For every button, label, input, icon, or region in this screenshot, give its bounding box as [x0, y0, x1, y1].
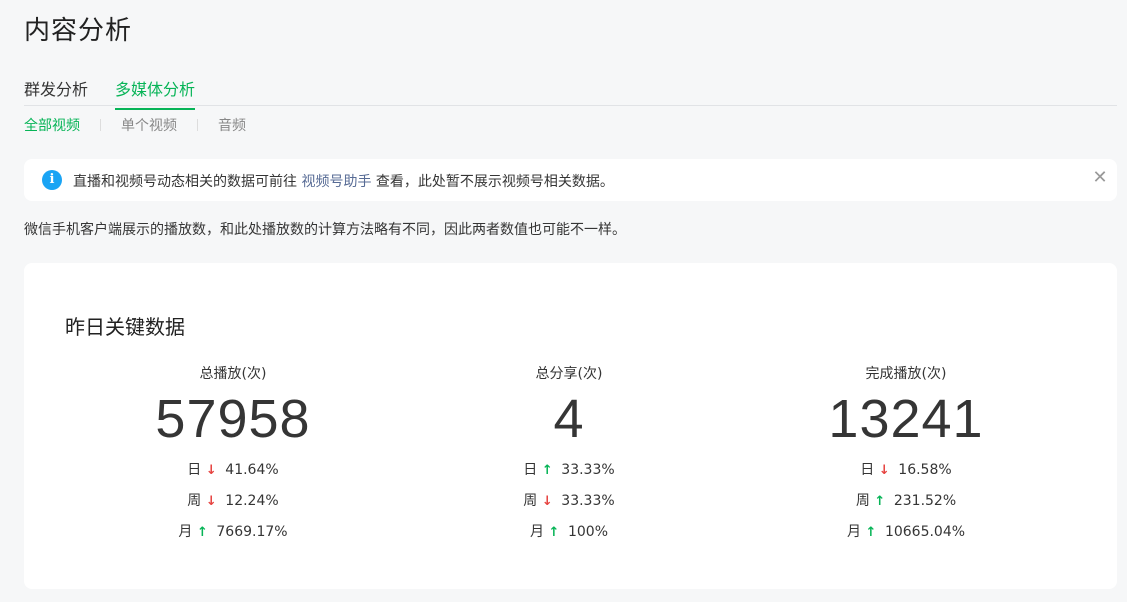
arrow-up-icon: ↑	[874, 494, 886, 509]
notice-text-before: 直播和视频号动态相关的数据可前往	[73, 174, 302, 190]
trend-label: 周	[523, 493, 538, 509]
trend-day: 日 ↑ 33.33%	[439, 455, 699, 486]
trend-week: 周 ↓ 33.33%	[439, 486, 699, 517]
notice-text: 直播和视频号动态相关的数据可前往 视频号助手 查看，此处暂不展示视频号相关数据。	[73, 171, 614, 191]
sub-tabs: 全部视频 单个视频 音频	[24, 115, 246, 135]
sub-tab-single-video[interactable]: 单个视频	[121, 115, 177, 135]
main-tabs: 群发分析 多媒体分析	[24, 76, 1117, 110]
description-text: 微信手机客户端展示的播放数，和此处播放数的计算方法略有不同，因此两者数值也可能不…	[24, 222, 626, 238]
arrow-down-icon: ↓	[205, 463, 217, 478]
tab-multimedia-analysis[interactable]: 多媒体分析	[115, 76, 196, 110]
trend-label: 月	[178, 524, 193, 540]
trend-value: 100%	[567, 524, 609, 540]
arrow-up-icon: ↑	[196, 525, 208, 540]
card-title: 昨日关键数据	[65, 315, 185, 339]
channels-assistant-link[interactable]: 视频号助手	[301, 174, 371, 190]
sub-tab-audio[interactable]: 音频	[218, 115, 246, 135]
trend-value: 10665.04%	[884, 524, 966, 540]
trend-label: 日	[860, 462, 875, 478]
trend-label: 月	[529, 524, 544, 540]
arrow-up-icon: ↑	[548, 525, 560, 540]
sub-tab-divider	[100, 119, 101, 131]
trend-value: 41.64%	[225, 462, 279, 478]
arrow-down-icon: ↓	[205, 494, 217, 509]
trend-label: 周	[187, 493, 202, 509]
notice-text-after: 查看，此处暂不展示视频号相关数据。	[371, 174, 614, 190]
arrow-up-icon: ↑	[865, 525, 877, 540]
close-icon[interactable]: ✕	[1091, 168, 1109, 188]
sub-tab-all-videos[interactable]: 全部视频	[24, 115, 80, 135]
metric-completed-plays: 完成播放(次) 13241 日 ↓ 16.58% 周 ↑ 231.52% 月 ↑ 10665…	[776, 363, 1036, 548]
metric-value: 4	[553, 389, 585, 449]
trend-week: 周 ↑ 231.52%	[776, 486, 1036, 517]
metric-total-plays: 总播放(次) 57958 日 ↓ 41.64% 周 ↓ 12.24% 月 ↑ 7669.17…	[103, 363, 363, 548]
key-data-card: 昨日关键数据 总播放(次) 57958 日 ↓ 41.64% 周 ↓ 12.24% 月 ↑…	[24, 263, 1117, 589]
trend-value: 231.52%	[893, 493, 957, 509]
arrow-up-icon: ↑	[541, 463, 553, 478]
trend-value: 33.33%	[561, 493, 615, 509]
trend-day: 日 ↓ 16.58%	[776, 455, 1036, 486]
tab-group-send-analysis[interactable]: 群发分析	[24, 76, 88, 108]
metric-total-shares: 总分享(次) 4 日 ↑ 33.33% 周 ↓ 33.33% 月 ↑ 100%	[439, 363, 699, 548]
trend-label: 日	[523, 462, 538, 478]
notice-banner: i 直播和视频号动态相关的数据可前往 视频号助手 查看，此处暂不展示视频号相关数…	[24, 159, 1117, 201]
page-title: 内容分析	[24, 16, 133, 46]
trend-label: 日	[187, 462, 202, 478]
info-icon: i	[42, 170, 62, 190]
metric-value: 13241	[828, 389, 984, 449]
trend-month: 月 ↑ 100%	[439, 517, 699, 548]
metric-label: 总播放(次)	[199, 366, 267, 382]
trend-day: 日 ↓ 41.64%	[103, 455, 363, 486]
trend-value: 7669.17%	[216, 524, 288, 540]
metric-label: 完成播放(次)	[865, 366, 947, 382]
trend-value: 33.33%	[561, 462, 615, 478]
trend-week: 周 ↓ 12.24%	[103, 486, 363, 517]
arrow-down-icon: ↓	[541, 494, 553, 509]
trend-value: 16.58%	[898, 462, 952, 478]
trend-value: 12.24%	[225, 493, 279, 509]
metric-label: 总分享(次)	[535, 366, 603, 382]
trend-label: 月	[846, 524, 861, 540]
trend-month: 月 ↑ 7669.17%	[103, 517, 363, 548]
sub-tab-divider	[197, 119, 198, 131]
trend-month: 月 ↑ 10665.04%	[776, 517, 1036, 548]
trend-label: 周	[855, 493, 870, 509]
metric-value: 57958	[155, 389, 311, 449]
arrow-down-icon: ↓	[878, 463, 890, 478]
